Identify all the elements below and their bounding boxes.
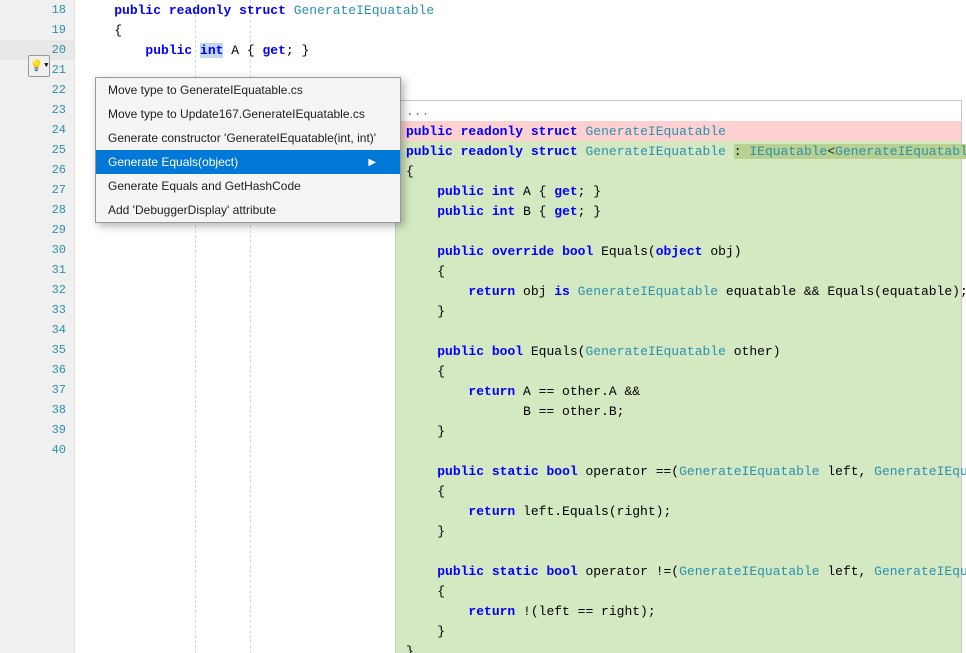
diff-line-equals-typed-close: } bbox=[396, 421, 961, 441]
diff-line-op-neq: public static bool operator !=(GenerateI… bbox=[396, 561, 961, 581]
diff-line-return-b: B == other.B; bbox=[396, 401, 961, 421]
menu-item-label: Generate Equals(object) bbox=[108, 155, 238, 169]
diff-line-blank3 bbox=[396, 441, 961, 461]
line-number-35: 35 bbox=[0, 340, 74, 360]
menu-item-label: Move type to Update167.GenerateIEquatabl… bbox=[108, 107, 365, 121]
diff-line-op-eq-close: } bbox=[396, 521, 961, 541]
diff-line-close-struct: } bbox=[396, 641, 961, 653]
lightbulb-button[interactable]: 💡 bbox=[28, 55, 50, 77]
line-number-28: 28 bbox=[0, 200, 74, 220]
line-number-27: 27 bbox=[0, 180, 74, 200]
line-number-38: 38 bbox=[0, 400, 74, 420]
line-number-22: 22 bbox=[0, 80, 74, 100]
menu-item-add-debugger[interactable]: Add 'DebuggerDisplay' attribute bbox=[96, 198, 400, 222]
diff-line-prop-b: public int B { get; } bbox=[396, 201, 961, 221]
diff-ellipsis-top: ... bbox=[396, 101, 961, 121]
diff-line-blank4 bbox=[396, 541, 961, 561]
lightbulb-icon: 💡 bbox=[30, 59, 44, 73]
menu-item-generate-constructor[interactable]: Generate constructor 'GenerateIEquatable… bbox=[96, 126, 400, 150]
diff-line-equals-typed-open: { bbox=[396, 361, 961, 381]
diff-line-op-eq: public static bool operator ==(GenerateI… bbox=[396, 461, 961, 481]
menu-item-move-type-2[interactable]: Move type to Update167.GenerateIEquatabl… bbox=[96, 102, 400, 126]
diff-line-return-a: return A == other.A && bbox=[396, 381, 961, 401]
submenu-arrow: ▶ bbox=[368, 157, 376, 168]
line-number-32: 32 bbox=[0, 280, 74, 300]
line-number-39: 39 bbox=[0, 420, 74, 440]
diff-line-equals-obj-open: { bbox=[396, 261, 961, 281]
menu-item-generate-equals-hashcode[interactable]: Generate Equals and GetHashCode bbox=[96, 174, 400, 198]
line-number-37: 37 bbox=[0, 380, 74, 400]
code-line-18: public readonly struct GenerateIEquatabl… bbox=[75, 0, 966, 20]
code-line-19: { bbox=[75, 20, 966, 40]
diff-line-added: public readonly struct GenerateIEquatabl… bbox=[396, 141, 961, 161]
code-line-20: public int A { get; } bbox=[75, 40, 966, 60]
diff-line-equals-obj: public override bool Equals(object obj) bbox=[396, 241, 961, 261]
diff-line-blank1 bbox=[396, 221, 961, 241]
lightbulb-container: 💡 bbox=[28, 55, 50, 77]
diff-line-op-eq-open: { bbox=[396, 481, 961, 501]
line-number-18: 18 bbox=[0, 0, 74, 20]
diff-line-op-eq-body: return left.Equals(right); bbox=[396, 501, 961, 521]
diff-line-op-neq-close: } bbox=[396, 621, 961, 641]
line-number-30: 30 bbox=[0, 240, 74, 260]
diff-line-blank2 bbox=[396, 321, 961, 341]
menu-item-label: Generate Equals and GetHashCode bbox=[108, 179, 301, 193]
line-number-29: 29 bbox=[0, 220, 74, 240]
line-number-34: 34 bbox=[0, 320, 74, 340]
diff-line-equals-obj-close: } bbox=[396, 301, 961, 321]
menu-item-label: Move type to GenerateIEquatable.cs bbox=[108, 83, 303, 97]
line-number-gutter: 18 19 20 21 22 23 24 25 26 27 28 29 30 3… bbox=[0, 0, 75, 653]
line-number-23: 23 bbox=[0, 100, 74, 120]
diff-line-prop-a: public int A { get; } bbox=[396, 181, 961, 201]
diff-line-brace-open: { bbox=[396, 161, 961, 181]
line-number-25: 25 bbox=[0, 140, 74, 160]
editor-container: 18 19 20 21 22 23 24 25 26 27 28 29 30 3… bbox=[0, 0, 966, 653]
line-number-19: 19 bbox=[0, 20, 74, 40]
diff-line-op-neq-body: return !(left == right); bbox=[396, 601, 961, 621]
context-menu: Move type to GenerateIEquatable.cs Move … bbox=[95, 77, 401, 223]
menu-item-move-type-1[interactable]: Move type to GenerateIEquatable.cs bbox=[96, 78, 400, 102]
menu-item-label: Generate constructor 'GenerateIEquatable… bbox=[108, 131, 376, 145]
line-number-40: 40 bbox=[0, 440, 74, 460]
diff-preview-panel: ... public readonly struct GenerateIEqua… bbox=[395, 100, 962, 653]
diff-line-op-neq-open: { bbox=[396, 581, 961, 601]
menu-item-generate-equals[interactable]: Generate Equals(object) ▶ bbox=[96, 150, 400, 174]
line-number-26: 26 bbox=[0, 160, 74, 180]
line-number-33: 33 bbox=[0, 300, 74, 320]
diff-line-equals-typed: public bool Equals(GenerateIEquatable ot… bbox=[396, 341, 961, 361]
code-editor: public readonly struct GenerateIEquatabl… bbox=[75, 0, 966, 653]
line-number-36: 36 bbox=[0, 360, 74, 380]
diff-line-equals-obj-body: return obj is GenerateIEquatable equatab… bbox=[396, 281, 961, 301]
menu-item-label: Add 'DebuggerDisplay' attribute bbox=[108, 203, 276, 217]
diff-line-removed: public readonly struct GenerateIEquatabl… bbox=[396, 121, 961, 141]
line-number-24: 24 bbox=[0, 120, 74, 140]
line-number-31: 31 bbox=[0, 260, 74, 280]
